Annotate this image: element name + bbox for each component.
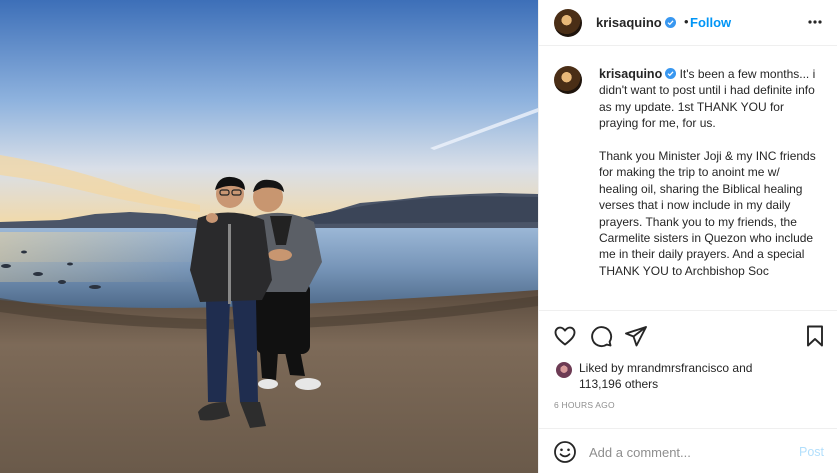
likes-text[interactable]: Liked by mrandmrsfrancisco and 113,196 o…: [579, 360, 752, 392]
likes-count[interactable]: 113,196 others: [579, 377, 658, 391]
comment-box: Post: [539, 428, 837, 473]
caption-paragraph-2: Thank you Minister Joji & my INC friends…: [599, 149, 816, 278]
follow-button[interactable]: Follow: [690, 15, 731, 30]
author-avatar[interactable]: [554, 9, 582, 37]
more-options-icon[interactable]: [807, 15, 823, 29]
share-icon[interactable]: [624, 324, 648, 348]
comment-input[interactable]: [589, 440, 789, 464]
photo-image: [0, 0, 538, 473]
comment-icon[interactable]: [589, 324, 613, 348]
header-separator: •: [684, 14, 689, 29]
post-header: krisaquino • Follow: [539, 0, 837, 46]
heart-icon[interactable]: [553, 324, 577, 348]
verified-badge-icon: [665, 68, 677, 79]
action-bar: [539, 310, 837, 360]
bookmark-icon[interactable]: [803, 324, 827, 348]
liker-avatar[interactable]: [556, 362, 572, 378]
emoji-icon[interactable]: [553, 440, 577, 464]
post-timestamp[interactable]: 6 HOURS AGO: [554, 400, 615, 410]
post-caption: krisaquino It's been a few months... i d…: [599, 66, 821, 296]
caption-area: krisaquino It's been a few months... i d…: [539, 52, 837, 308]
verified-badge-icon: [664, 17, 676, 28]
post-sidebar: krisaquino • Follow krisaquino It's been…: [538, 0, 837, 473]
caption-avatar[interactable]: [554, 66, 582, 94]
post-comment-button[interactable]: Post: [799, 445, 824, 459]
likes-summary: Liked by mrandmrsfrancisco and 113,196 o…: [554, 360, 824, 396]
author-username[interactable]: krisaquino: [596, 15, 676, 30]
post-photo[interactable]: [0, 0, 538, 473]
caption-username[interactable]: krisaquino: [599, 67, 677, 81]
liker-username[interactable]: mrandmrsfrancisco: [627, 361, 729, 375]
